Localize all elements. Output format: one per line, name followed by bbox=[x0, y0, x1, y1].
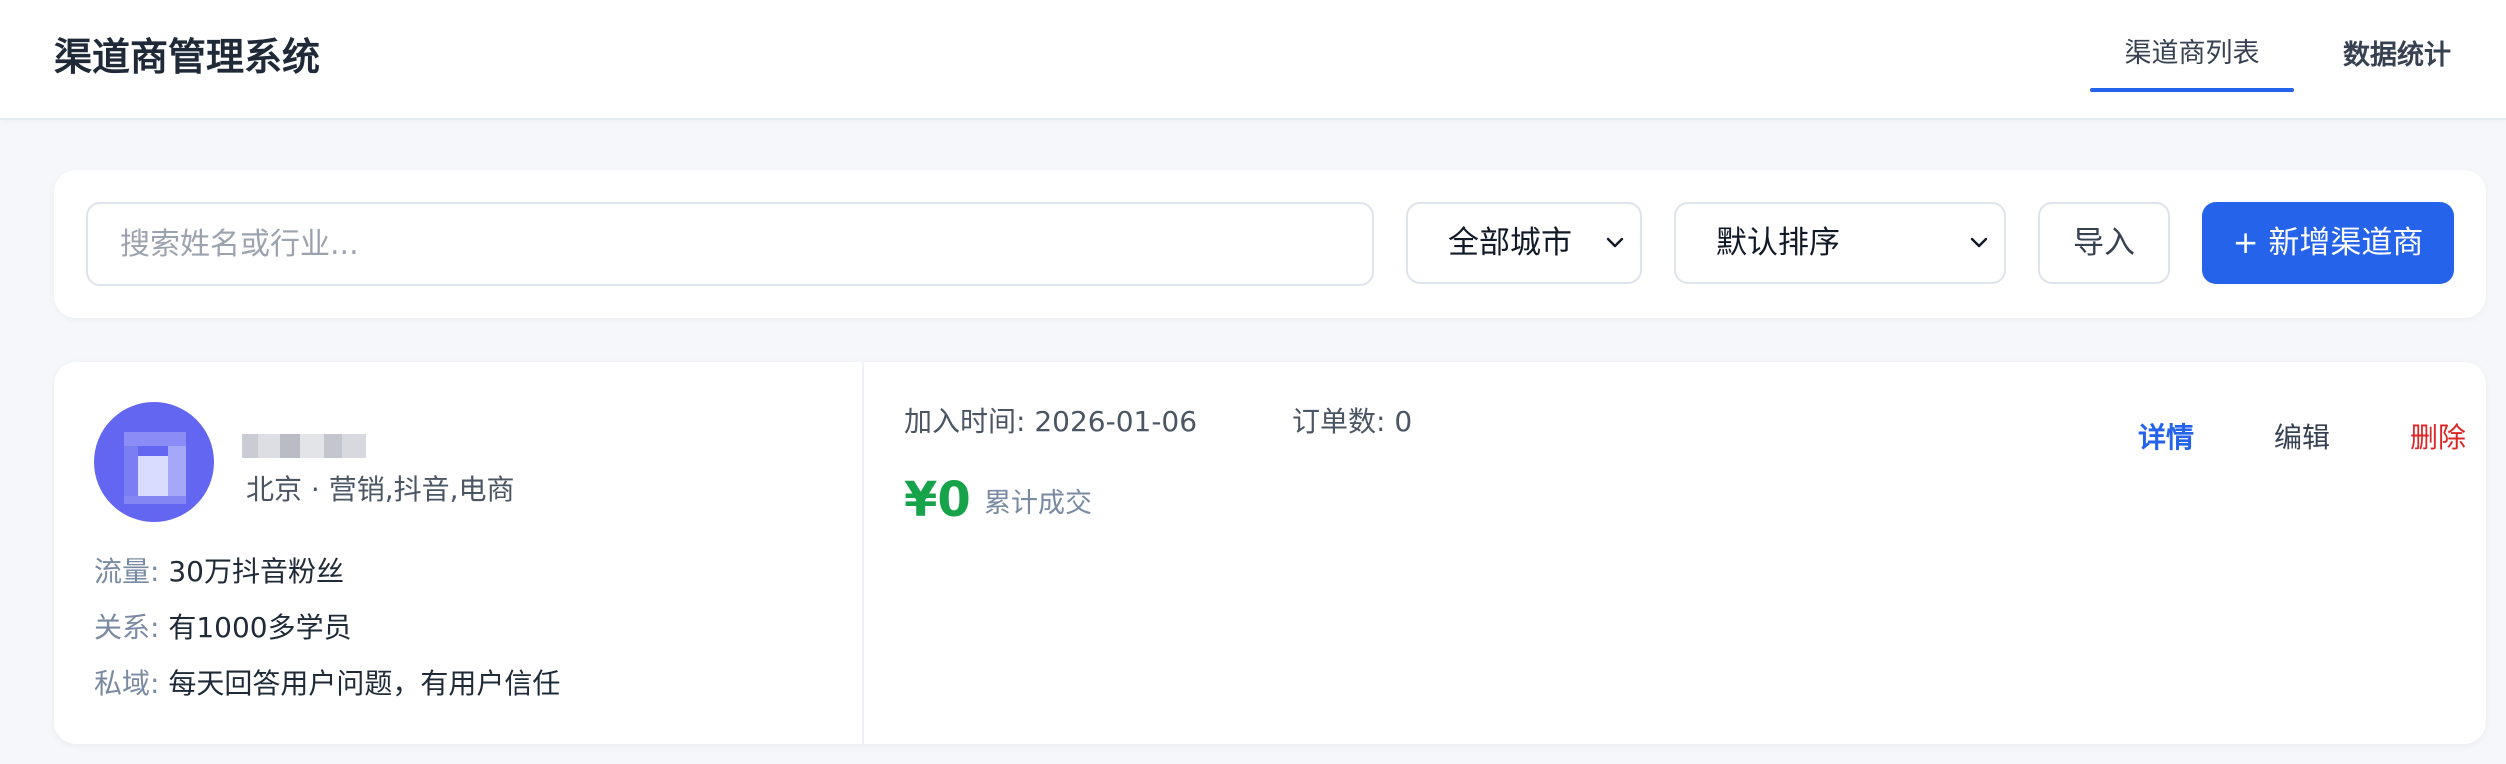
channel-stats: 加入时间: 2026-01-06 订单数: 0 ¥0 累计成交 详情 编辑 删除 bbox=[866, 362, 2486, 744]
private-domain-label: 私域: bbox=[94, 667, 160, 700]
top-header: 渠道商管理系统 渠道商列表 数据统计 bbox=[0, 0, 2506, 120]
import-button[interactable]: 导入 bbox=[2038, 202, 2170, 284]
total-amount: ¥0 bbox=[904, 472, 971, 528]
city-select[interactable]: 全部城市 bbox=[1406, 202, 1642, 284]
traffic-label: 流量: bbox=[94, 555, 160, 588]
traffic-row: 流量: 30万抖音粉丝 bbox=[94, 552, 344, 592]
chevron-down-icon bbox=[1600, 204, 1630, 282]
join-date: 加入时间: 2026-01-06 bbox=[904, 405, 1198, 438]
total-amount-label: 累计成交 bbox=[984, 488, 1092, 519]
channel-card: 北京 · 营销,抖音,电商 流量: 30万抖音粉丝 关系: 有1000多学员 私… bbox=[54, 362, 2486, 744]
blurred-name bbox=[242, 434, 366, 458]
tab-statistics[interactable]: 数据统计 bbox=[2332, 32, 2462, 94]
traffic-value: 30万抖音粉丝 bbox=[168, 555, 344, 588]
sort-select[interactable]: 默认排序 bbox=[1674, 202, 2006, 284]
channel-profile: 北京 · 营销,抖音,电商 流量: 30万抖音粉丝 关系: 有1000多学员 私… bbox=[54, 362, 864, 744]
relation-value: 有1000多学员 bbox=[168, 611, 352, 644]
relation-label: 关系: bbox=[94, 611, 160, 644]
city-select-value: 全部城市 bbox=[1448, 225, 1572, 261]
app-title: 渠道商管理系统 bbox=[54, 35, 321, 79]
tab-statistics-label: 数据统计 bbox=[2343, 40, 2451, 71]
channel-location-industry: 北京 · 营销,抖音,电商 bbox=[246, 473, 515, 506]
tab-channel-list[interactable]: 渠道商列表 bbox=[2090, 30, 2294, 92]
delete-button[interactable]: 删除 bbox=[2410, 418, 2466, 458]
add-channel-button[interactable]: + 新增渠道商 bbox=[2202, 202, 2454, 284]
private-domain-row: 私域: 每天回答用户问题，有用户信任 bbox=[94, 664, 560, 704]
edit-button[interactable]: 编辑 bbox=[2274, 418, 2330, 458]
order-count: 订单数: 0 bbox=[1292, 405, 1413, 438]
sort-select-value: 默认排序 bbox=[1716, 225, 1840, 261]
chevron-down-icon bbox=[1964, 204, 1994, 282]
tab-channel-list-label: 渠道商列表 bbox=[2124, 38, 2260, 69]
private-domain-value: 每天回答用户问题，有用户信任 bbox=[168, 667, 561, 700]
detail-button[interactable]: 详情 bbox=[2138, 418, 2194, 458]
search-input[interactable] bbox=[86, 202, 1374, 286]
active-tab-indicator bbox=[2090, 88, 2294, 92]
relation-row: 关系: 有1000多学员 bbox=[94, 608, 352, 648]
avatar bbox=[94, 402, 214, 522]
filter-toolbar: 全部城市 默认排序 导入 + 新增渠道商 bbox=[54, 170, 2486, 318]
